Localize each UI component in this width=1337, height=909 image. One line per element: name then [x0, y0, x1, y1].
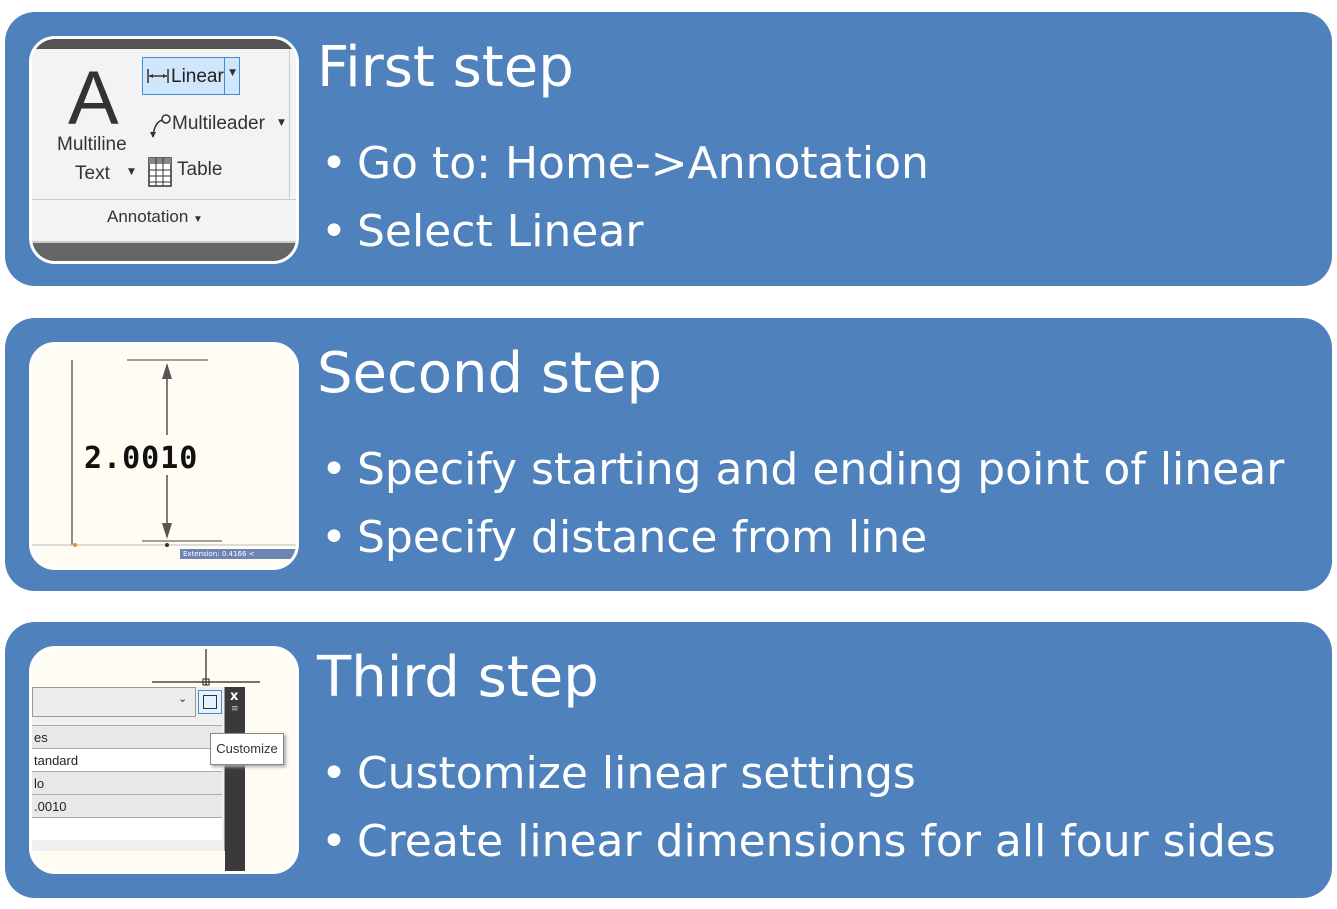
bullet-item: • Specify starting and ending point of li… [321, 444, 1285, 495]
annotation-dropdown-icon: ▼ [193, 214, 203, 225]
text-label: Text [75, 163, 110, 184]
linear-dimension-icon [147, 69, 169, 83]
linear-label: Linear [171, 66, 224, 87]
step-title: First step [317, 35, 574, 100]
extension-tooltip: Extension: 0.4166 < [180, 549, 296, 559]
customize-tooltip: Customize [210, 733, 284, 765]
step-title: Third step [317, 645, 599, 710]
bullet-item: • Specify distance from line [321, 512, 928, 563]
property-row[interactable]: tandard [32, 748, 222, 771]
bullet-item: • Select Linear [321, 206, 644, 257]
properties-screenshot: ⌄ es tandard lo .0010 x ≡ Customize [29, 646, 299, 874]
property-row[interactable]: .0010 [32, 794, 222, 817]
close-icon[interactable]: x [230, 689, 238, 704]
palette-titlebar: x ≡ [225, 687, 245, 871]
step-panel-3: ⌄ es tandard lo .0010 x ≡ Customize Thir… [5, 622, 1332, 898]
ribbon-screenshot: A Multiline Text ▼ Linear ▼ Multileader … [29, 36, 299, 264]
multiline-text-icon: A [68, 56, 119, 141]
property-row[interactable]: lo [32, 771, 222, 794]
table-icon [148, 157, 172, 187]
multileader-dropdown-icon[interactable]: ▼ [278, 118, 285, 128]
table-button[interactable]: Table [177, 159, 222, 181]
chevron-down-icon: ⌄ [178, 692, 188, 705]
multileader-icon [150, 114, 171, 138]
bullet-item: • Go to: Home->Annotation [321, 138, 929, 189]
property-row[interactable] [32, 817, 222, 840]
step-panel-1: A Multiline Text ▼ Linear ▼ Multileader … [5, 12, 1332, 286]
linear-dropdown-icon[interactable]: ▼ [229, 68, 236, 78]
text-dropdown-icon: ▼ [128, 167, 135, 177]
step-panel-2: 2.0010 Extension: 0.4166 < Second step •… [5, 318, 1332, 591]
bullet-item: • Create linear dimensions for all four s… [321, 816, 1276, 867]
customize-icon [203, 695, 217, 709]
properties-palette: ⌄ es tandard lo .0010 [32, 687, 225, 851]
menu-icon[interactable]: ≡ [231, 704, 239, 714]
property-row[interactable]: es [32, 725, 222, 748]
annotation-panel-label[interactable]: Annotation ▼ [107, 207, 203, 227]
multileader-button[interactable]: Multileader [172, 113, 265, 135]
bullet-item: • Customize linear settings [321, 748, 916, 799]
step-title: Second step [317, 341, 663, 406]
object-type-dropdown[interactable] [32, 687, 196, 717]
linear-button[interactable]: Linear ▼ [142, 57, 240, 95]
dimension-value: 2.0010 [84, 441, 199, 476]
customize-button[interactable] [198, 690, 222, 714]
dimension-screenshot: 2.0010 Extension: 0.4166 < [29, 342, 299, 570]
multiline-label: Multiline [57, 134, 127, 155]
